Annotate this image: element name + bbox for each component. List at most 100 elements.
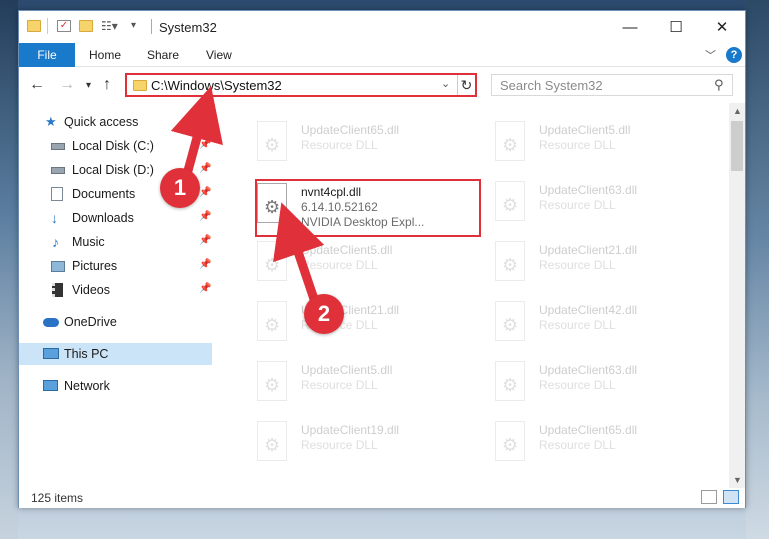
pin-icon[interactable]: 📌 xyxy=(199,163,211,174)
dll-file-icon: ⚙ xyxy=(257,421,287,461)
file-type: Resource DLL xyxy=(301,438,378,452)
sidebar-item-local-disk-c[interactable]: Local Disk (C:) 📌 xyxy=(19,135,212,157)
sidebar-item-quick-access[interactable]: ★ Quick access xyxy=(19,111,212,133)
tab-share[interactable]: Share xyxy=(147,48,179,62)
computer-icon xyxy=(43,348,59,359)
up-arrow-icon[interactable]: ↑ xyxy=(103,76,111,94)
navigation-pane: ★ Quick access Local Disk (C:) 📌 Local D… xyxy=(19,103,212,488)
sidebar-item-downloads[interactable]: ↓ Downloads 📌 xyxy=(19,207,212,229)
large-icons-view-icon[interactable] xyxy=(723,490,739,504)
file-name: UpdateClient19.dll xyxy=(301,423,400,437)
sidebar-item-label: Local Disk (C:) xyxy=(72,139,154,153)
tab-view[interactable]: View xyxy=(206,48,232,62)
pin-icon[interactable]: 📌 xyxy=(199,259,211,270)
vertical-scrollbar[interactable]: ▲ ▼ xyxy=(729,103,745,488)
file-type: Resource DLL xyxy=(539,318,616,332)
scrollbar-thumb[interactable] xyxy=(731,121,743,171)
sidebar-item-label: Videos xyxy=(72,283,110,297)
file-name: UpdateClient5.dll xyxy=(301,243,393,257)
tab-home[interactable]: Home xyxy=(89,48,121,62)
help-icon[interactable]: ? xyxy=(726,47,742,63)
toolbar-divider xyxy=(47,18,48,34)
back-arrow-icon[interactable]: ← xyxy=(29,76,45,94)
sidebar-item-label: Pictures xyxy=(72,259,118,273)
chevron-down-icon[interactable]: ⌄ xyxy=(441,77,450,90)
ribbon-tabs: File Home Share View ﹀ ? xyxy=(19,43,745,67)
sidebar-item-label: Documents xyxy=(72,187,136,201)
file-tile[interactable]: ⚙ UpdateClient5.dll Resource DLL xyxy=(477,119,677,167)
file-type: Resource DLL xyxy=(301,138,378,152)
file-type: Resource DLL xyxy=(539,258,616,272)
minimize-button[interactable]: — xyxy=(607,11,653,43)
file-type: Resource DLL xyxy=(539,138,616,152)
recent-locations-icon[interactable]: ▾ xyxy=(86,80,91,91)
scroll-down-icon[interactable]: ▼ xyxy=(733,475,742,485)
sidebar-item-label: OneDrive xyxy=(64,315,117,329)
pin-icon[interactable]: 📌 xyxy=(199,283,211,294)
drive-icon xyxy=(51,167,65,174)
star-icon: ★ xyxy=(45,114,57,129)
new-folder-icon[interactable] xyxy=(79,20,93,32)
file-type: Resource DLL xyxy=(539,438,616,452)
sidebar-item-videos[interactable]: Videos 📌 xyxy=(19,279,212,301)
sidebar-item-onedrive[interactable]: OneDrive xyxy=(19,311,212,333)
maximize-button[interactable]: ☐ xyxy=(653,11,699,43)
dll-file-icon: ⚙ xyxy=(495,241,525,281)
network-icon xyxy=(43,380,58,391)
expand-ribbon-icon[interactable]: ﹀ xyxy=(705,47,716,63)
documents-icon xyxy=(51,187,63,201)
file-name: UpdateClient65.dll xyxy=(539,423,638,437)
sidebar-item-label: Quick access xyxy=(64,115,139,129)
search-box[interactable]: Search System32 ⚲ xyxy=(491,74,733,96)
address-bar[interactable]: C:\Windows\System32 ⌄ ↻ xyxy=(125,73,477,97)
details-view-icon[interactable] xyxy=(701,490,717,504)
download-icon: ↓ xyxy=(51,210,58,226)
dll-file-icon: ⚙ xyxy=(495,181,525,221)
close-button[interactable]: ✕ xyxy=(699,11,745,43)
file-tile[interactable]: ⚙ UpdateClient21.dll Resource DLL xyxy=(477,239,677,287)
quick-access-dropdown-icon[interactable]: ▾ xyxy=(131,20,145,32)
title-bar: ✓ ☷▾ ▾ System32 — ☐ ✕ xyxy=(19,11,745,43)
step-1-badge: 1 xyxy=(160,168,200,208)
navigation-bar: ← → ▾ ↑ C:\Windows\System32 ⌄ ↻ Search S… xyxy=(19,68,745,102)
dll-file-icon: ⚙ xyxy=(257,301,287,341)
file-name: UpdateClient21.dll xyxy=(539,243,638,257)
properties-icon[interactable]: ✓ xyxy=(57,20,71,32)
file-tile[interactable]: ⚙ UpdateClient19.dll Resource DLL xyxy=(239,419,439,467)
file-list: ⚙ UpdateClient65.dll Resource DLL ⚙ nvnt… xyxy=(219,103,729,488)
file-tile[interactable]: ⚙ UpdateClient5.dll Resource DLL xyxy=(239,359,439,407)
status-bar: 125 items xyxy=(19,488,745,508)
file-tile[interactable]: ⚙ UpdateClient42.dll Resource DLL xyxy=(477,299,677,347)
customize-toolbar-icon[interactable]: ☷▾ xyxy=(101,20,118,32)
file-tile[interactable]: ⚙ UpdateClient63.dll Resource DLL xyxy=(477,359,677,407)
sidebar-item-this-pc[interactable]: This PC xyxy=(19,343,212,365)
address-path[interactable]: C:\Windows\System32 xyxy=(151,78,282,93)
pin-icon[interactable]: 📌 xyxy=(199,235,211,246)
dll-file-icon: ⚙ xyxy=(257,361,287,401)
scroll-up-icon[interactable]: ▲ xyxy=(733,106,742,116)
dll-file-icon: ⚙ xyxy=(257,121,287,161)
file-tile[interactable]: ⚙ UpdateClient63.dll Resource DLL xyxy=(477,179,677,227)
dll-file-icon: ⚙ xyxy=(495,301,525,341)
search-input[interactable]: Search System32 xyxy=(500,78,603,93)
pin-icon[interactable]: 📌 xyxy=(199,211,211,222)
title-divider xyxy=(151,19,152,34)
file-explorer-window: ✓ ☷▾ ▾ System32 — ☐ ✕ File Home Share Vi… xyxy=(18,10,746,508)
pin-icon[interactable]: 📌 xyxy=(199,187,211,198)
forward-arrow-icon[interactable]: → xyxy=(59,76,75,94)
sidebar-item-label: Downloads xyxy=(72,211,134,225)
sidebar-item-label: Local Disk (D:) xyxy=(72,163,154,177)
sidebar-item-network[interactable]: Network xyxy=(19,375,212,397)
videos-icon xyxy=(52,283,63,297)
dll-file-icon: ⚙ xyxy=(495,121,525,161)
file-tile[interactable]: ⚙ UpdateClient5.dll Resource DLL xyxy=(239,239,439,287)
file-tile[interactable]: ⚙ UpdateClient65.dll Resource DLL xyxy=(477,419,677,467)
pin-icon[interactable]: 📌 xyxy=(199,139,211,150)
search-icon[interactable]: ⚲ xyxy=(714,77,724,93)
file-tile[interactable]: ⚙ UpdateClient65.dll Resource DLL xyxy=(239,119,439,167)
file-type: Resource DLL xyxy=(301,258,378,272)
sidebar-item-music[interactable]: ♪ Music 📌 xyxy=(19,231,212,253)
tab-file[interactable]: File xyxy=(19,43,75,67)
sidebar-item-pictures[interactable]: Pictures 📌 xyxy=(19,255,212,277)
refresh-icon[interactable]: ↻ xyxy=(457,75,475,95)
